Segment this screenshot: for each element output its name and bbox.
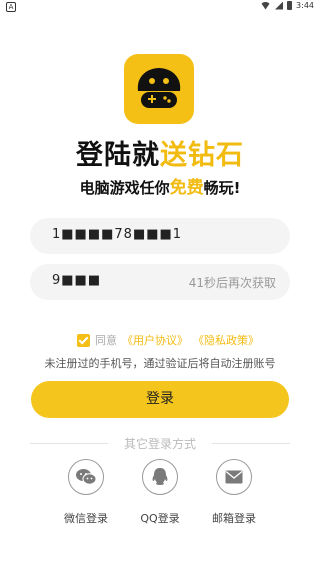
phone-input[interactable]: 1■■■■78■■■1 — [30, 218, 290, 254]
mail-icon — [216, 459, 252, 495]
status-time: 3:44 — [296, 1, 314, 10]
agreement-row: 同意 《用户协议》 《隐私政策》 — [77, 332, 259, 348]
app-indicator-icon: A — [6, 2, 16, 12]
promo-subheadline: 电脑游戏任你免费畅玩! — [0, 173, 320, 198]
divider-line-right — [212, 443, 290, 444]
login-button[interactable]: 登录 — [31, 381, 289, 418]
app-logo — [124, 54, 194, 124]
agreement-prefix: 同意 — [95, 334, 117, 347]
resend-countdown[interactable]: 41秒后再次获取 — [189, 274, 276, 291]
wechat-icon — [68, 459, 104, 495]
user-agreement-link[interactable]: 《用户协议》 — [122, 332, 188, 348]
signal-icon — [275, 1, 284, 10]
agreement-checkbox[interactable] — [77, 333, 90, 347]
qq-login-label: QQ登录 — [140, 512, 180, 525]
wechat-login-label: 微信登录 — [64, 512, 108, 525]
headline-part-a: 登陆就 — [76, 140, 160, 171]
auto-register-hint: 未注册过的手机号，通过验证后将自动注册账号 — [44, 357, 276, 370]
mushroom-gamepad-icon — [137, 68, 181, 108]
status-bar: A 3:44 — [0, 0, 320, 14]
headline-part-b: 送钻石 — [160, 140, 244, 171]
privacy-policy-link[interactable]: 《隐私政策》 — [193, 332, 259, 348]
subheadline-free: 免费 — [169, 178, 204, 198]
verification-code-input[interactable]: 9■■■ 41秒后再次获取 — [30, 264, 290, 300]
qq-login-button[interactable]: QQ登录 — [130, 459, 190, 526]
subheadline-part-c: 畅玩! — [203, 179, 241, 197]
phone-value: 1■■■■78■■■1 — [52, 227, 183, 242]
other-login-divider: 其它登录方式 — [30, 435, 290, 451]
qq-icon — [142, 459, 178, 495]
battery-icon — [287, 1, 293, 10]
promo-headline: 登陆就送钻石 — [0, 133, 320, 172]
email-login-label: 邮箱登录 — [212, 512, 256, 525]
code-value: 9■■■ — [52, 273, 102, 288]
wifi-icon — [260, 1, 272, 10]
subheadline-part-a: 电脑游戏任你 — [79, 179, 170, 197]
email-login-button[interactable]: 邮箱登录 — [204, 459, 264, 526]
wechat-login-button[interactable]: 微信登录 — [56, 459, 116, 526]
